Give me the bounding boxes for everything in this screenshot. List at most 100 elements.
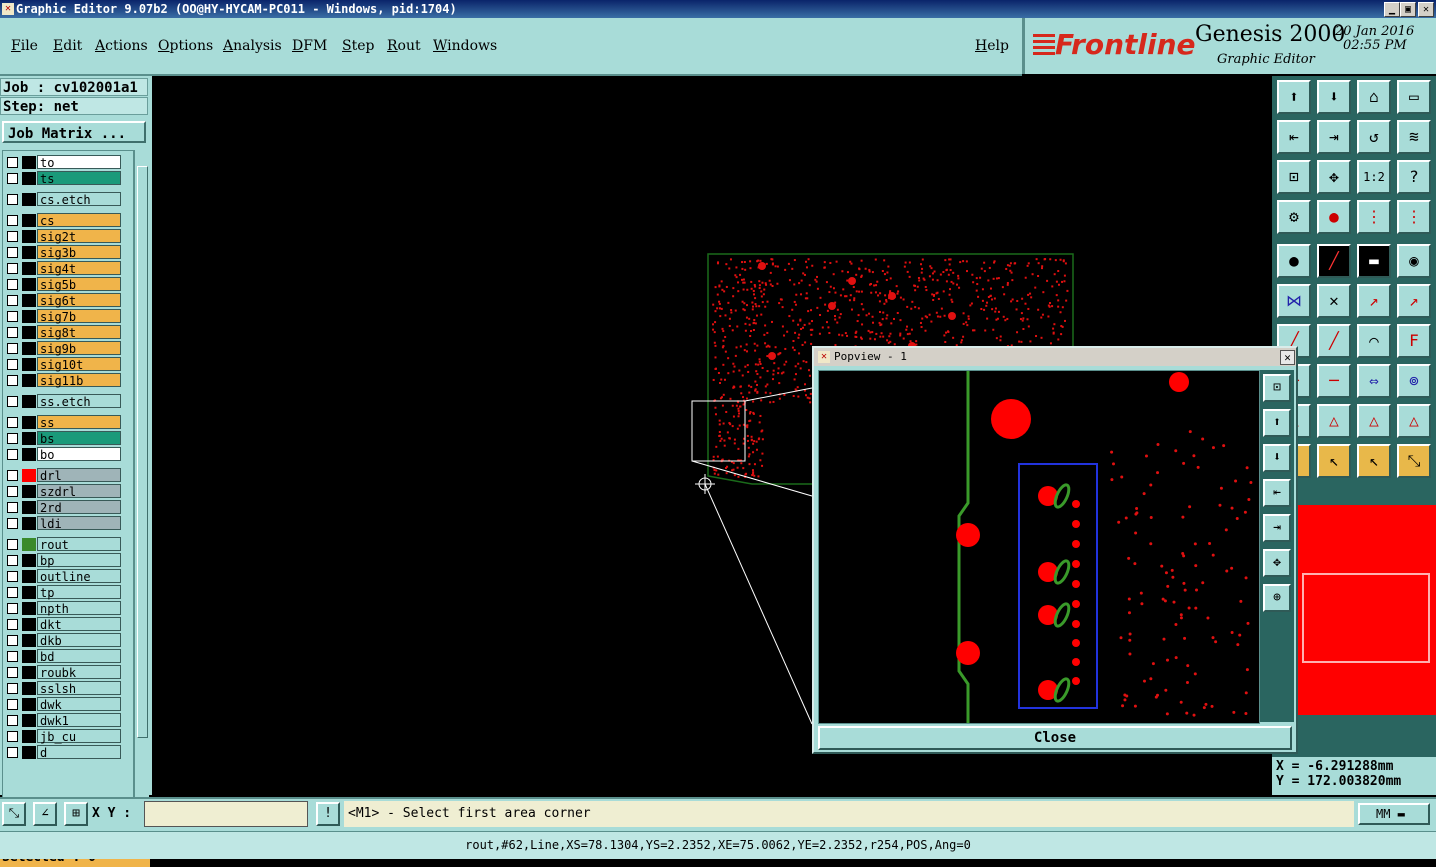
layer-row[interactable]: bs [3, 431, 133, 446]
window-view-icon[interactable]: ▭ [1397, 80, 1431, 114]
layer-row[interactable]: sig8t [3, 325, 133, 340]
popview-center-icon[interactable]: ⊕ [1263, 584, 1291, 612]
route-icon[interactable]: ⤡ [1397, 444, 1431, 478]
hline-icon-2[interactable]: ─ [1317, 364, 1351, 398]
layer-row[interactable]: szdrl [3, 484, 133, 499]
layer-name[interactable]: sig9b [37, 341, 121, 356]
zoom-home-icon[interactable]: ⬆ [1277, 80, 1311, 114]
layer-row[interactable]: cs.etch [3, 192, 133, 207]
layer-name[interactable]: jb_cu [37, 729, 121, 744]
layer-checkbox[interactable] [7, 667, 18, 678]
layer-name[interactable]: rout [37, 537, 121, 552]
line-blue-icon[interactable]: ╱ [1317, 324, 1351, 358]
layer-checkbox[interactable] [7, 279, 18, 290]
net-icon-2[interactable]: ⋮ [1397, 200, 1431, 234]
arc-icon[interactable]: ⌒ [1357, 324, 1391, 358]
pan-right-icon[interactable]: ⇥ [1317, 120, 1351, 154]
zoom-center-icon[interactable]: ✥ [1317, 160, 1351, 194]
layer-checkbox[interactable] [7, 619, 18, 630]
units-select[interactable]: MM ▬ [1358, 803, 1430, 825]
redraw-icon[interactable]: ≋ [1397, 120, 1431, 154]
layer-row[interactable]: dkb [3, 633, 133, 648]
layer-row[interactable]: dwk [3, 697, 133, 712]
triangle-icon-2[interactable]: △ [1317, 404, 1351, 438]
probe-icon[interactable]: ● [1317, 200, 1351, 234]
popview-close-icon[interactable]: ✕ [1280, 350, 1295, 365]
layer-row[interactable]: bd [3, 649, 133, 664]
popview-close-button[interactable]: Close [818, 726, 1292, 750]
close-window-button[interactable]: ✕ [1418, 2, 1434, 17]
layer-name[interactable]: outline [37, 569, 121, 584]
snap-icon[interactable]: ⤡ [2, 802, 26, 826]
layer-checkbox[interactable] [7, 311, 18, 322]
layer-row[interactable]: sig6t [3, 293, 133, 308]
popview-left-icon[interactable]: ⇤ [1263, 479, 1291, 507]
layer-name[interactable]: bs [37, 431, 121, 446]
layer-name[interactable]: sig10t [37, 357, 121, 372]
layer-checkbox[interactable] [7, 343, 18, 354]
layer-name[interactable]: sig5b [37, 277, 121, 292]
group-icon[interactable]: ⊚ [1397, 364, 1431, 398]
layer-checkbox[interactable] [7, 231, 18, 242]
layer-row[interactable]: d [3, 745, 133, 760]
layer-checkbox[interactable] [7, 396, 18, 407]
layer-row[interactable]: ss [3, 415, 133, 430]
menu-options[interactable]: Options [158, 38, 213, 54]
popview-zoom-icon[interactable]: ⊡ [1263, 374, 1291, 402]
layer-checkbox[interactable] [7, 518, 18, 529]
layer-checkbox[interactable] [7, 157, 18, 168]
layer-name[interactable]: bd [37, 649, 121, 664]
layer-row[interactable]: sig2t [3, 229, 133, 244]
help-icon[interactable]: ? [1397, 160, 1431, 194]
layer-row[interactable]: sig5b [3, 277, 133, 292]
line-select-icon[interactable]: ╱ [1317, 244, 1351, 278]
layer-name[interactable]: sslsh [37, 681, 121, 696]
layer-name[interactable]: sig11b [37, 373, 121, 388]
menu-windows[interactable]: Windows [433, 38, 497, 54]
alert-icon[interactable]: ! [316, 802, 340, 826]
grid-icon[interactable]: ⊞ [64, 802, 88, 826]
layer-checkbox[interactable] [7, 715, 18, 726]
layer-checkbox[interactable] [7, 683, 18, 694]
layer-row[interactable]: sig4t [3, 261, 133, 276]
layer-row[interactable]: drl [3, 468, 133, 483]
layer-name[interactable]: sig7b [37, 309, 121, 324]
text-icon[interactable]: F [1397, 324, 1431, 358]
job-matrix-button[interactable]: Job Matrix ... [2, 121, 146, 143]
layer-checkbox[interactable] [7, 731, 18, 742]
zoom-fit-icon[interactable]: ⊡ [1277, 160, 1311, 194]
popview-up-icon[interactable]: ⬆ [1263, 409, 1291, 437]
layer-row[interactable]: roubk [3, 665, 133, 680]
layer-row[interactable]: sig3b [3, 245, 133, 260]
layer-name[interactable]: roubk [37, 665, 121, 680]
layer-name[interactable]: sig6t [37, 293, 121, 308]
layer-checkbox[interactable] [7, 470, 18, 481]
layer-row[interactable]: 2rd [3, 500, 133, 515]
layer-checkbox[interactable] [7, 359, 18, 370]
layer-name[interactable]: sig3b [37, 245, 121, 260]
menu-help[interactable]: Help [975, 38, 1009, 54]
layer-name[interactable]: dwk [37, 697, 121, 712]
layer-name[interactable]: to [37, 155, 121, 170]
layer-checkbox[interactable] [7, 215, 18, 226]
layer-name[interactable]: cs [37, 213, 121, 228]
layer-row[interactable]: ldi [3, 516, 133, 531]
layer-name[interactable]: dkb [37, 633, 121, 648]
layer-checkbox[interactable] [7, 263, 18, 274]
layer-name[interactable]: bo [37, 447, 121, 462]
layer-checkbox[interactable] [7, 375, 18, 386]
layer-checkbox[interactable] [7, 433, 18, 444]
connect-icon[interactable]: ⋈ [1277, 284, 1311, 318]
layer-row[interactable]: sig9b [3, 341, 133, 356]
layer-checkbox[interactable] [7, 486, 18, 497]
menu-rout[interactable]: Rout [387, 38, 421, 54]
layer-row[interactable]: bo [3, 447, 133, 462]
layer-name[interactable]: ss.etch [37, 394, 121, 409]
layer-name[interactable]: d [37, 745, 121, 760]
home-icon[interactable]: ⌂ [1357, 80, 1391, 114]
layer-checkbox[interactable] [7, 295, 18, 306]
layer-name[interactable]: drl [37, 468, 121, 483]
layer-row[interactable]: sig7b [3, 309, 133, 324]
layer-checkbox[interactable] [7, 247, 18, 258]
layer-name[interactable]: ts [37, 171, 121, 186]
